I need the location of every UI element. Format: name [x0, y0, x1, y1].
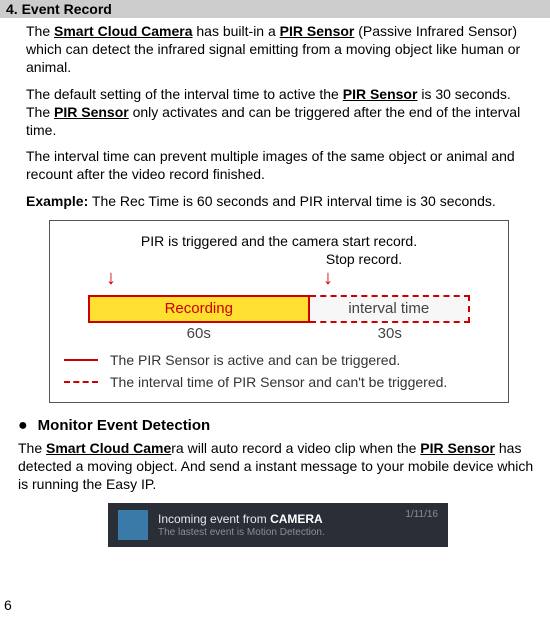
legend-active: The PIR Sensor is active and can be trig…: [64, 352, 500, 368]
paragraph-5: The Smart Cloud Camera will auto record …: [18, 439, 538, 494]
term-pir: PIR Sensor: [420, 440, 495, 456]
diagram-label-stop: Stop record.: [58, 251, 500, 267]
section-header: 4. Event Record: [0, 0, 550, 18]
timing-diagram: PIR is triggered and the camera start re…: [49, 220, 509, 403]
text: ra will auto record a video clip when th…: [171, 440, 420, 456]
timeline: Recording interval time: [88, 295, 470, 323]
text: has built-in a: [193, 23, 280, 39]
paragraph-4: Example: The Rec Time is 60 seconds and …: [26, 192, 532, 210]
notification-app-icon: [118, 510, 148, 540]
page-number: 6: [4, 597, 12, 613]
term-pir: PIR Sensor: [343, 86, 418, 102]
legend-text: The interval time of PIR Sensor and can'…: [110, 374, 447, 390]
body-content-2: ● Monitor Event Detection The Smart Clou…: [0, 417, 550, 548]
text: The default setting of the interval time…: [26, 86, 343, 102]
term-camera: Smart Cloud Camera: [54, 23, 192, 39]
time-labels: 60s 30s: [88, 325, 470, 342]
interval-segment: interval time: [310, 295, 470, 323]
paragraph-2: The default setting of the interval time…: [26, 85, 532, 140]
subheading-text: Monitor Event Detection: [38, 417, 211, 434]
notification-preview: Incoming event from CAMERA The lastest e…: [108, 503, 448, 547]
label-60s: 60s: [88, 325, 310, 342]
body-content: The Smart Cloud Camera has built-in a PI…: [0, 22, 550, 403]
legend-interval: The interval time of PIR Sensor and can'…: [64, 374, 500, 390]
arrow-down-icon: ↓: [106, 267, 116, 290]
term-pir: PIR Sensor: [54, 104, 129, 120]
diagram-label-trigger: PIR is triggered and the camera start re…: [58, 233, 500, 249]
legend-text: The PIR Sensor is active and can be trig…: [110, 352, 400, 368]
text: The: [18, 440, 46, 456]
text: The Rec Time is 60 seconds and PIR inter…: [88, 193, 496, 209]
term-pir: PIR Sensor: [280, 23, 355, 39]
label-30s: 30s: [310, 325, 470, 342]
legend-dashed-line-icon: [64, 381, 98, 383]
notification-body: Incoming event from CAMERA The lastest e…: [158, 512, 405, 538]
camera-name: CAMERA: [270, 512, 323, 526]
subheading-monitor: ● Monitor Event Detection: [18, 417, 538, 435]
recording-segment: Recording: [88, 295, 310, 323]
arrow-row: ↓ ↓: [58, 269, 500, 295]
paragraph-3: The interval time can prevent multiple i…: [26, 147, 532, 183]
notification-subtitle: The lastest event is Motion Detection.: [158, 527, 405, 538]
legend-solid-line-icon: [64, 359, 98, 361]
arrow-down-icon: ↓: [323, 267, 333, 290]
notification-title: Incoming event from CAMERA: [158, 512, 405, 526]
text: The: [26, 23, 54, 39]
paragraph-1: The Smart Cloud Camera has built-in a PI…: [26, 22, 532, 77]
notification-time: 1/11/16: [405, 509, 438, 520]
text: Incoming event from: [158, 512, 270, 526]
example-label: Example:: [26, 193, 88, 209]
term-camera: Smart Cloud Came: [46, 440, 171, 456]
bullet-icon: ●: [18, 417, 28, 435]
